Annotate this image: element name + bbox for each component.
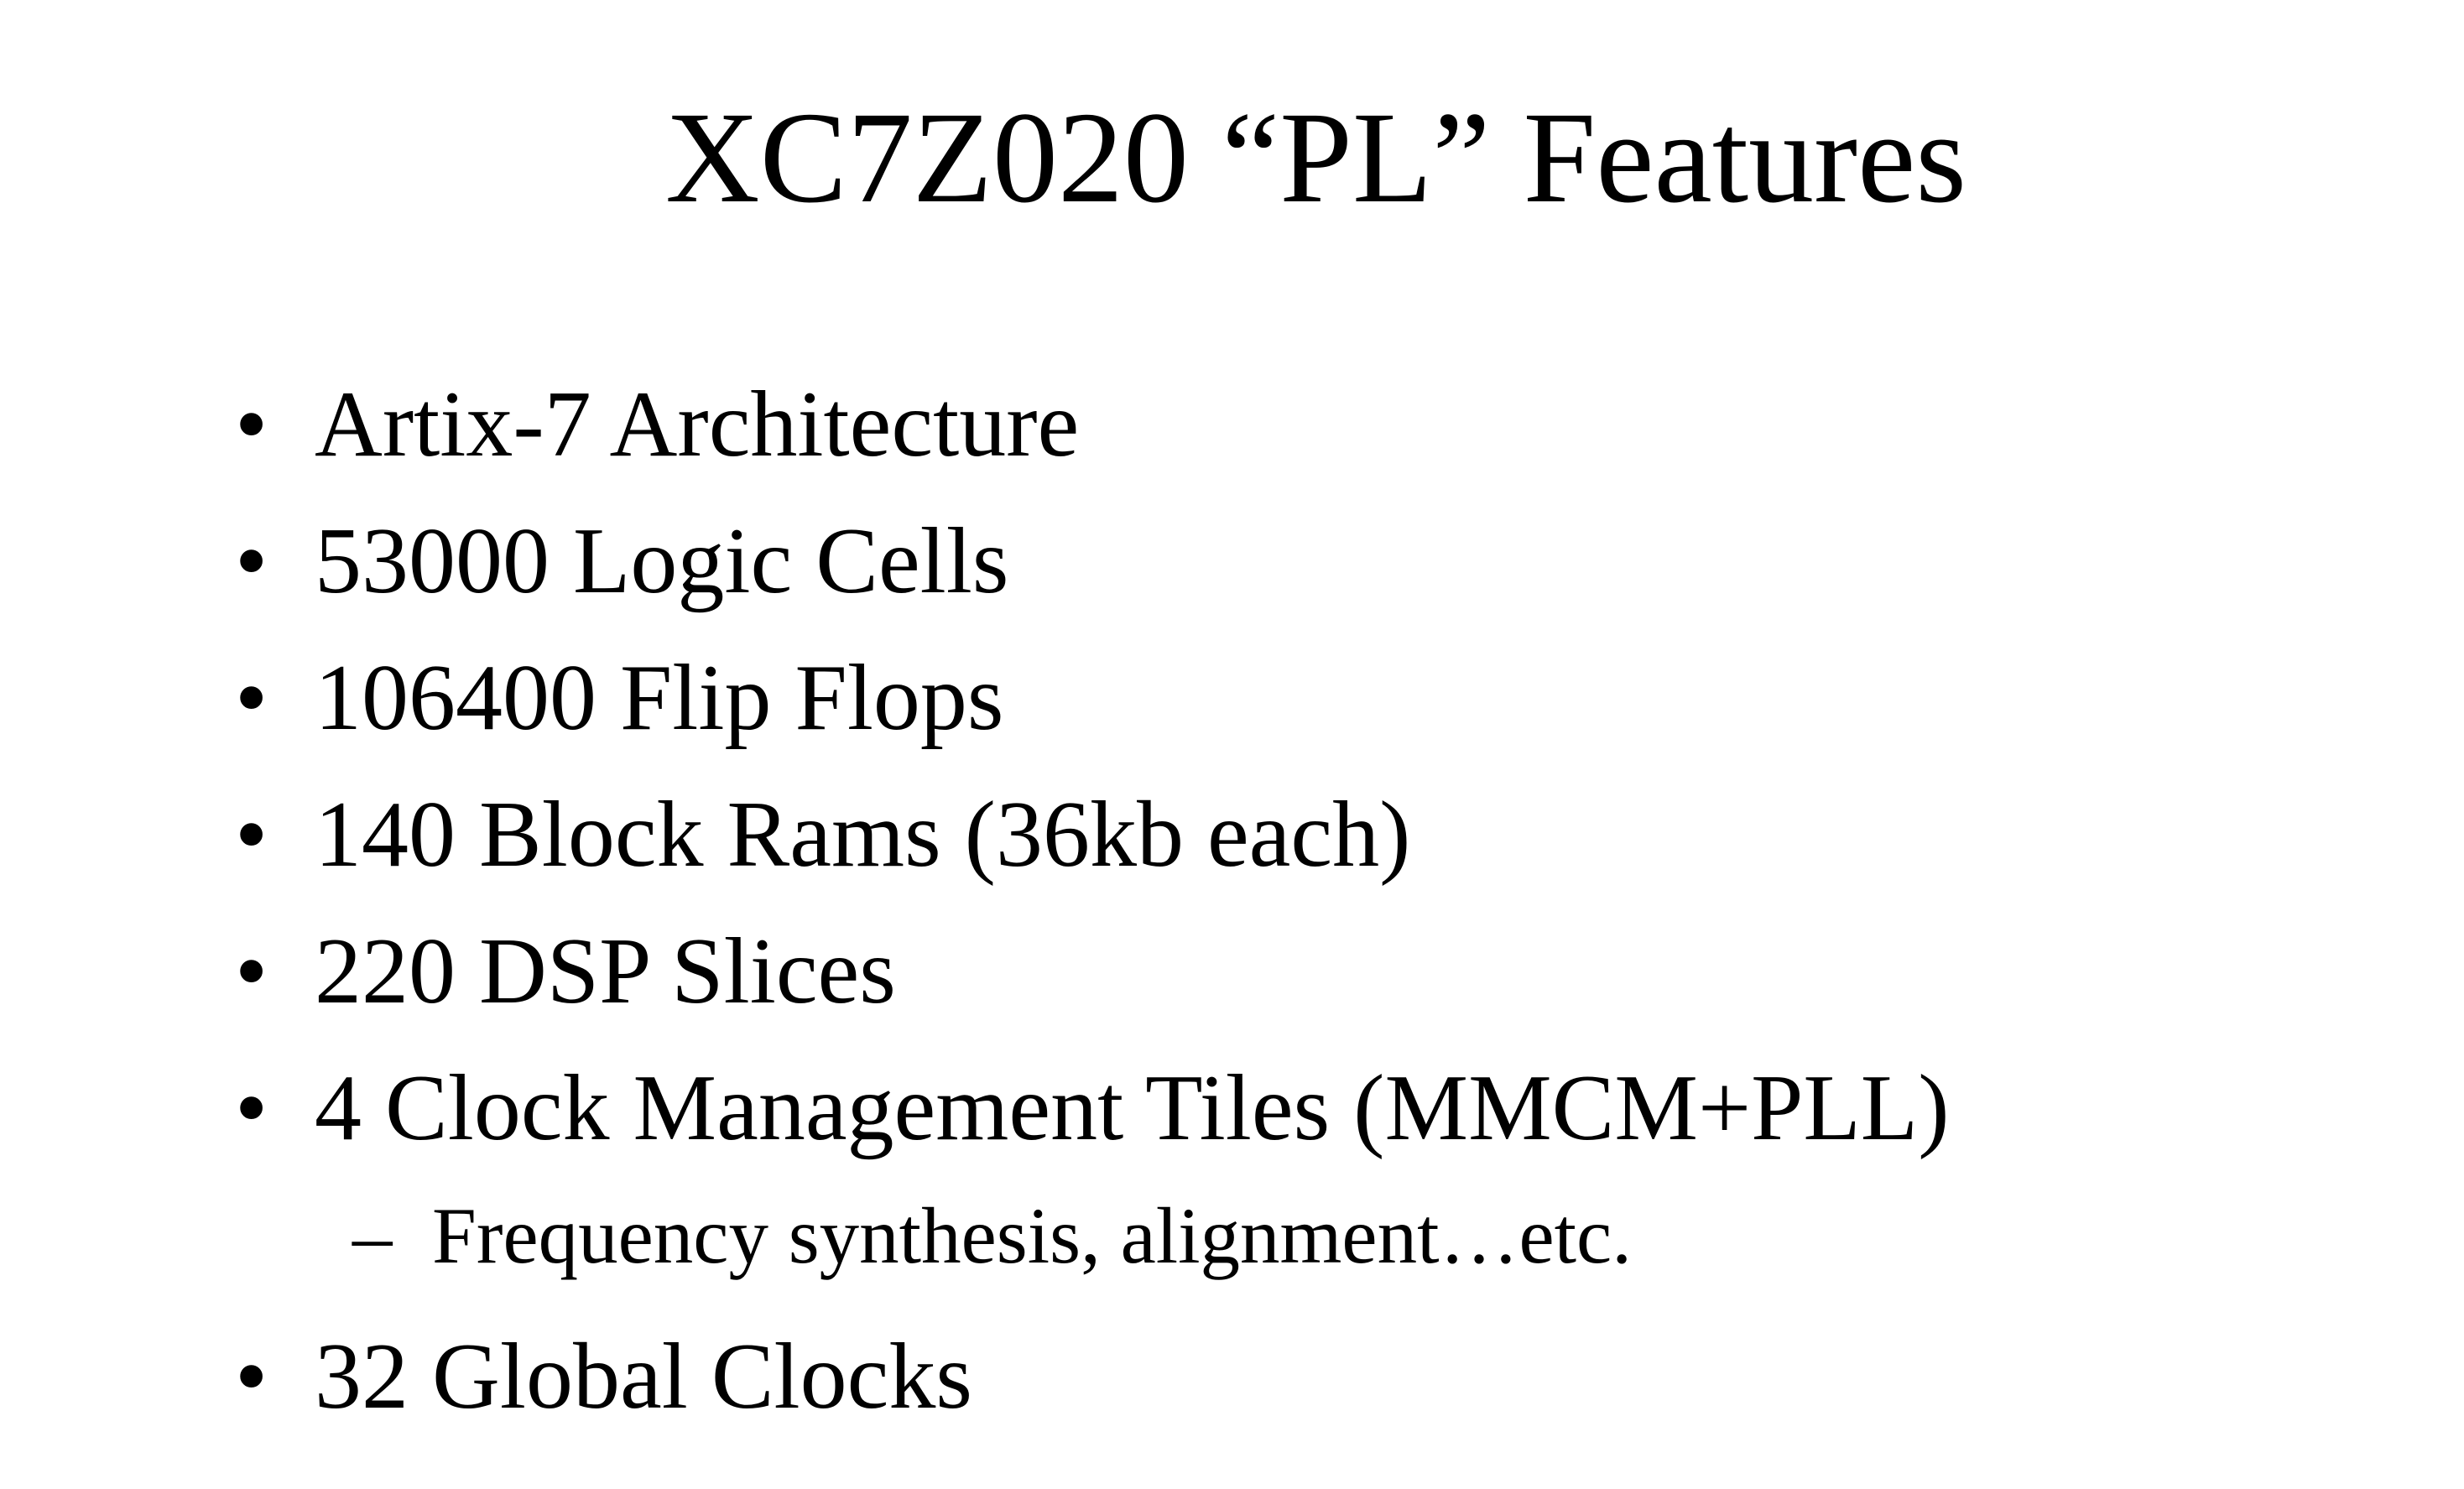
slide: XC7Z020 “PL” Features • Artix-7 Architec… bbox=[0, 0, 2464, 1489]
bullet-dot-icon: • bbox=[235, 372, 268, 476]
bullet-dot-icon: • bbox=[235, 1325, 268, 1429]
bullet-text: Artix-7 Architecture bbox=[315, 372, 1080, 476]
sub-bullet-item: – Frequency synthesis, alignment…etc. bbox=[235, 1177, 1950, 1309]
bullet-dot-icon: • bbox=[235, 1056, 268, 1160]
bullet-item: • 140 Block Rams (36kb each) bbox=[235, 767, 1950, 903]
slide-title: XC7Z020 “PL” Features bbox=[664, 85, 1967, 230]
sub-bullet-text: Frequency synthesis, alignment…etc. bbox=[432, 1191, 1632, 1280]
bullet-dot-icon: • bbox=[235, 783, 268, 887]
bullet-text: 4 Clock Management Tiles (MMCM+PLL) bbox=[315, 1056, 1950, 1160]
bullet-item: • 53000 Logic Cells bbox=[235, 493, 1950, 630]
bullet-dot-icon: • bbox=[235, 919, 268, 1023]
bullet-text: 220 DSP Slices bbox=[315, 919, 896, 1023]
dash-icon: – bbox=[352, 1191, 393, 1280]
bullet-item: • 4 Clock Management Tiles (MMCM+PLL) bbox=[235, 1040, 1950, 1177]
bullet-item: • 220 DSP Slices bbox=[235, 903, 1950, 1040]
bullet-dot-icon: • bbox=[235, 509, 268, 613]
bullet-text: 106400 Flip Flops bbox=[315, 646, 1004, 750]
bullet-item: • 32 Global Clocks bbox=[235, 1309, 1950, 1445]
bullet-dot-icon: • bbox=[235, 646, 268, 750]
bullet-text: 53000 Logic Cells bbox=[315, 509, 1009, 613]
bullet-text: 32 Global Clocks bbox=[315, 1325, 972, 1429]
bullet-text: 140 Block Rams (36kb each) bbox=[315, 783, 1411, 887]
bullet-item: • 106400 Flip Flops bbox=[235, 630, 1950, 767]
bullet-list: • Artix-7 Architecture • 53000 Logic Cel… bbox=[235, 357, 1950, 1445]
bullet-item: • Artix-7 Architecture bbox=[235, 357, 1950, 493]
